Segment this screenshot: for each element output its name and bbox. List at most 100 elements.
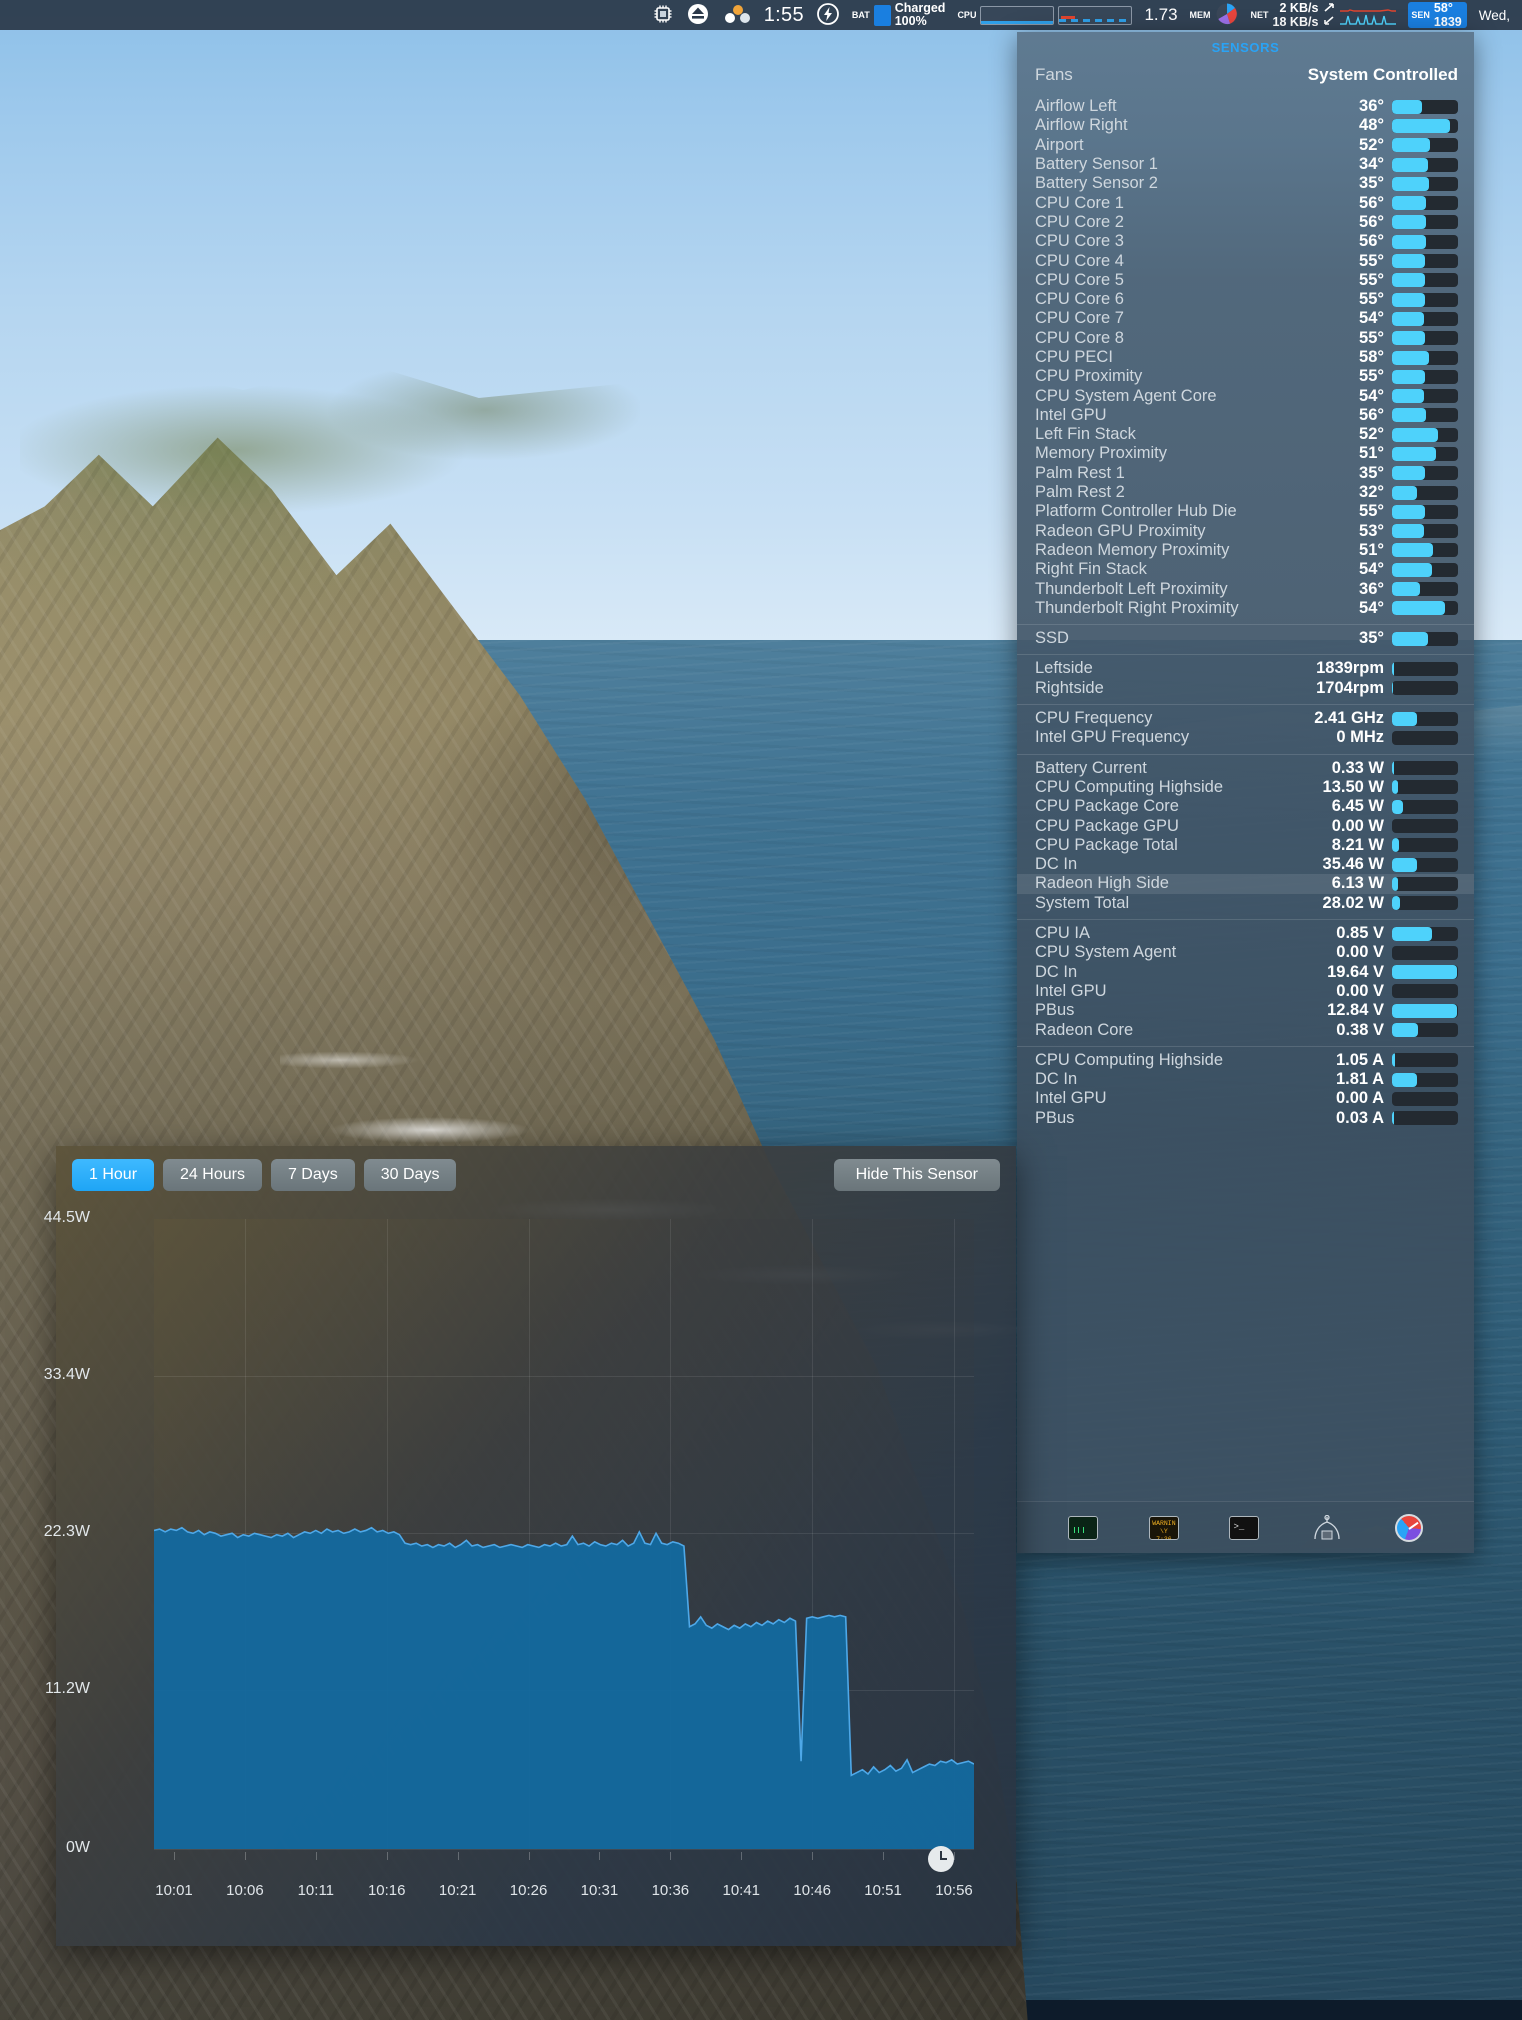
sensor-row[interactable]: Platform Controller Hub Die 55° [1017, 502, 1474, 521]
sensor-row[interactable]: System Total 28.02 W [1017, 894, 1474, 913]
power-menu-item[interactable] [810, 0, 846, 30]
sensor-label: CPU Core 4 [1035, 251, 1124, 270]
sensor-row[interactable]: DC In 19.64 V [1017, 962, 1474, 981]
sensor-row[interactable]: CPU Computing Highside 13.50 W [1017, 778, 1474, 797]
console-warning-icon[interactable]: WARNIN \Y 7:36 [1148, 1515, 1179, 1540]
sensor-row[interactable]: Thunderbolt Right Proximity 54° [1017, 599, 1474, 618]
activity-monitor-icon[interactable] [1068, 1515, 1099, 1540]
sensor-row[interactable]: PBus 12.84 V [1017, 1001, 1474, 1020]
sensor-section-temperatures: Airflow Left 36° Airflow Right 48° Airport 52… [1017, 93, 1474, 624]
sensor-label: DC In [1035, 962, 1078, 981]
sensor-row[interactable]: Airflow Right 48° [1017, 116, 1474, 135]
sensor-row[interactable]: Radeon GPU Proximity 53° [1017, 522, 1474, 541]
spaces-menu-item[interactable] [716, 0, 758, 30]
sensor-label: Left Fin Stack [1035, 425, 1136, 444]
sensor-bar [1392, 1091, 1458, 1106]
sensors-menu-item[interactable]: SEN 58° 1839 [1402, 0, 1472, 30]
menubar-clock[interactable]: 1:55 [758, 0, 810, 30]
sensor-section-currents: CPU Computing Highside 1.05 A DC In 1.81 AI… [1017, 1045, 1474, 1134]
network-down-rate: 2 KB/s [1279, 1, 1319, 15]
sensor-row[interactable]: DC In 1.81 A [1017, 1070, 1474, 1089]
hide-this-sensor-button[interactable]: Hide This Sensor [833, 1159, 1000, 1191]
sensor-label: Battery Sensor 1 [1035, 155, 1158, 174]
sensor-row[interactable]: CPU Core 2 56° [1017, 213, 1474, 232]
sensor-label: CPU Computing Highside [1035, 1050, 1224, 1069]
sensor-row[interactable]: Palm Rest 2 32° [1017, 483, 1474, 502]
sensor-row[interactable]: Battery Sensor 2 35° [1017, 174, 1474, 193]
sensor-row[interactable]: Rightside 1704rpm [1017, 679, 1474, 698]
sensor-row[interactable]: CPU IA 0.85 V [1017, 924, 1474, 943]
y-axis-tick-label: 0W [66, 1839, 90, 1856]
sensor-bar [1392, 427, 1458, 442]
sensor-row[interactable]: CPU Package Total 8.21 W [1017, 836, 1474, 855]
sensor-row[interactable]: SSD 35° [1017, 629, 1474, 648]
sensor-label: Memory Proximity [1035, 444, 1168, 463]
sensor-row[interactable]: CPU Frequency 2.41 GHz [1017, 709, 1474, 728]
sensor-row[interactable]: Thunderbolt Left Proximity 36° [1017, 579, 1474, 598]
sensor-row[interactable]: Radeon Memory Proximity 51° [1017, 541, 1474, 560]
sensor-row[interactable]: CPU Computing Highside 1.05 A [1017, 1051, 1474, 1070]
sensor-row[interactable]: Intel GPU 0.00 A [1017, 1089, 1474, 1108]
sensor-row[interactable]: CPU Core 5 55° [1017, 271, 1474, 290]
range-button-30-days[interactable]: 30 Days [363, 1159, 457, 1191]
sensor-bar [1392, 389, 1458, 404]
sensor-row[interactable]: CPU Core 1 56° [1017, 193, 1474, 212]
sensor-value: 58° [1359, 348, 1384, 366]
sensor-bar [1392, 1111, 1458, 1126]
sensor-row[interactable]: Memory Proximity 51° [1017, 444, 1474, 463]
sensor-row[interactable]: Left Fin Stack 52° [1017, 425, 1474, 444]
sensor-row[interactable]: Palm Rest 1 35° [1017, 464, 1474, 483]
menu-bar: 1:55 BAT Charged 100% CPU 1.73 MEM NET 2… [0, 0, 1522, 30]
sensor-row[interactable]: CPU Core 8 55° [1017, 329, 1474, 348]
sensor-row[interactable]: DC In 35.46 W [1017, 855, 1474, 874]
memory-pie-icon [1215, 2, 1239, 29]
sensor-row[interactable]: Right Fin Stack 54° [1017, 560, 1474, 579]
load-average-item[interactable]: 1.73 [1138, 0, 1183, 30]
eject-menu-item[interactable] [680, 0, 716, 30]
sensor-label: Thunderbolt Left Proximity [1035, 579, 1228, 598]
sensor-value: 51° [1359, 444, 1384, 463]
sensor-row[interactable]: Intel GPU Frequency 0 MHz [1017, 728, 1474, 747]
sensor-row[interactable]: Battery Sensor 1 34° [1017, 155, 1474, 174]
memory-menu-item[interactable]: MEM [1184, 0, 1245, 30]
sensor-label: CPU Core 7 [1035, 309, 1124, 328]
sensor-row[interactable]: Leftside 1839rpm [1017, 659, 1474, 678]
sensor-row[interactable]: CPU Package GPU 0.00 W [1017, 816, 1474, 835]
terminal-icon[interactable]: >_ [1229, 1515, 1260, 1540]
sensor-label: Platform Controller Hub Die [1035, 502, 1237, 521]
sensor-row[interactable]: CPU System Agent 0.00 V [1017, 943, 1474, 962]
sensor-row[interactable]: CPU Core 7 54° [1017, 309, 1474, 328]
sensor-bar [1392, 99, 1458, 114]
sensor-row[interactable]: Intel GPU 56° [1017, 406, 1474, 425]
sensor-row[interactable]: CPU Core 4 55° [1017, 251, 1474, 270]
range-button-24-hours[interactable]: 24 Hours [163, 1159, 262, 1191]
range-button-1-hour[interactable]: 1 Hour [72, 1159, 155, 1191]
gauge-app-icon[interactable] [1394, 1513, 1423, 1542]
sensor-row[interactable]: CPU Package Core 6.45 W [1017, 797, 1474, 816]
menubar-date[interactable]: Wed, [1473, 0, 1516, 30]
sensor-row[interactable]: Intel GPU 0.00 V [1017, 982, 1474, 1001]
sensor-row[interactable]: CPU PECI 58° [1017, 348, 1474, 367]
sensor-row[interactable]: CPU Core 3 56° [1017, 232, 1474, 251]
hardware-chip-icon[interactable] [1310, 1514, 1344, 1541]
sensor-row[interactable]: Airport 52° [1017, 136, 1474, 155]
sensor-value: 8.21 W [1331, 835, 1384, 854]
network-arrows-icon [1322, 2, 1336, 29]
network-menu-item[interactable]: NET 2 KB/s 18 KB/s [1245, 0, 1403, 30]
cpu-menu-item[interactable]: CPU [951, 0, 1138, 30]
battery-menu-item[interactable]: BAT Charged 100% [846, 0, 952, 30]
sensor-row[interactable]: PBus 0.03 A [1017, 1109, 1474, 1128]
range-button-7-days[interactable]: 7 Days [270, 1159, 355, 1191]
sensor-row[interactable]: CPU Core 6 55° [1017, 290, 1474, 309]
sensor-row[interactable]: Airflow Left 36° [1017, 97, 1474, 116]
clock-icon[interactable] [928, 1846, 954, 1872]
sensor-row[interactable]: Battery Current 0.33 W [1017, 759, 1474, 778]
sensor-row[interactable]: CPU System Agent Core 54° [1017, 386, 1474, 405]
fans-mode-row[interactable]: Fans System Controlled [1017, 59, 1474, 93]
sensor-value: 2.41 GHz [1314, 709, 1384, 728]
sensor-row[interactable]: Radeon High Side 6.13 W [1017, 874, 1474, 894]
cpu-chip-menu-item[interactable] [646, 0, 680, 30]
sensor-row[interactable]: CPU Proximity 55° [1017, 367, 1474, 386]
sensors-badge[interactable]: SEN 58° 1839 [1408, 1, 1467, 29]
sensor-row[interactable]: Radeon Core 0.38 V [1017, 1020, 1474, 1039]
